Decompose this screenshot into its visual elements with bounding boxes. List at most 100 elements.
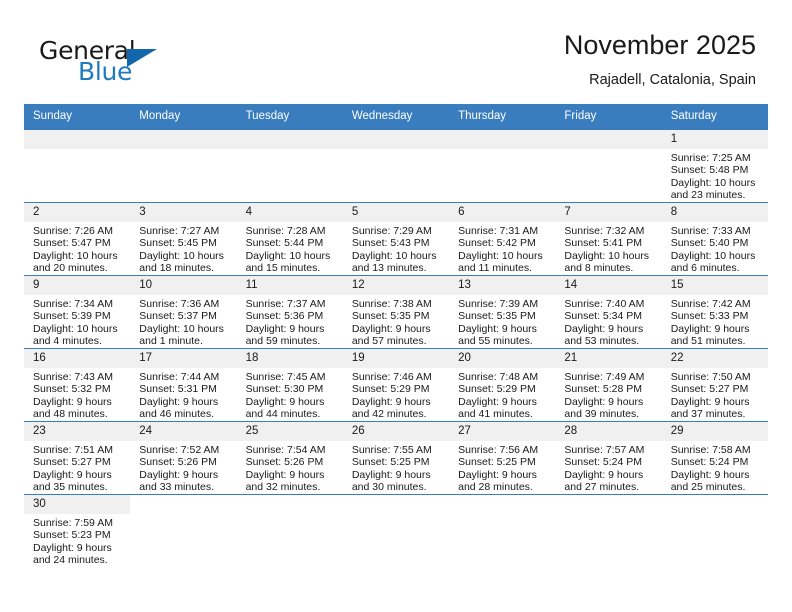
day-sunset-text: Sunset: 5:24 PM [564, 456, 643, 469]
calendar-day-cell[interactable]: 27 Sunrise: 7:56 AM Sunset: 5:25 PM Dayligh… [449, 421, 556, 495]
day-details: Sunrise: 7:42 AM Sunset: 5:33 PM Daylight:… [662, 295, 768, 348]
general-blue-logo[interactable]: General Blue [39, 36, 219, 92]
calendar-day-cell[interactable]: 13 Sunrise: 7:39 AM Sunset: 5:35 PM Dayligh… [449, 275, 556, 349]
day-daylight-text: Daylight: 9 hours [670, 395, 750, 408]
day-sunset-text: Sunset: 5:48 PM [670, 164, 749, 177]
day-sunset-text: Sunset: 5:26 PM [245, 456, 324, 469]
calendar-day-cell[interactable]: 7 Sunrise: 7:32 AM Sunset: 5:41 PM Daylight… [555, 202, 662, 276]
calendar-week-row: 2 Sunrise: 7:26 AM Sunset: 5:47 PM Daylight… [24, 202, 768, 276]
day-sunrise-text: Sunrise: 7:34 AM [33, 298, 113, 310]
calendar-day-cell[interactable]: 22 Sunrise: 7:50 AM Sunset: 5:27 PM Dayligh… [661, 348, 768, 422]
day-number: 1 [661, 130, 768, 149]
day-daylight-text: and 15 minutes. [245, 262, 321, 275]
calendar-day-cell[interactable]: 15 Sunrise: 7:42 AM Sunset: 5:33 PM Dayligh… [661, 275, 768, 349]
calendar-day-cell[interactable]: 30 Sunrise: 7:59 AM Sunset: 5:23 PM Dayligh… [24, 494, 131, 567]
calendar-cell-empty [555, 129, 662, 203]
calendar-day-cell[interactable]: 2 Sunrise: 7:26 AM Sunset: 5:47 PM Daylight… [24, 202, 131, 276]
day-details: Sunrise: 7:45 AM Sunset: 5:30 PM Daylight:… [237, 368, 343, 421]
day-sunset-text: Sunset: 5:29 PM [351, 383, 430, 396]
logo-text-blue: Blue [78, 57, 133, 86]
calendar-day-cell[interactable]: 18 Sunrise: 7:45 AM Sunset: 5:30 PM Dayligh… [236, 348, 343, 422]
day-sunrise-text: Sunrise: 7:45 AM [245, 371, 326, 383]
day-sunset-text: Sunset: 5:40 PM [670, 237, 749, 250]
day-daylight-text: Daylight: 9 hours [245, 468, 325, 481]
day-details: Sunrise: 7:37 AM Sunset: 5:36 PM Daylight:… [237, 295, 343, 348]
calendar-day-cell[interactable]: 9 Sunrise: 7:34 AM Sunset: 5:39 PM Daylight… [24, 275, 131, 349]
calendar-day-cell[interactable]: 19 Sunrise: 7:46 AM Sunset: 5:29 PM Dayligh… [342, 348, 450, 422]
day-daylight-text: Daylight: 9 hours [351, 322, 431, 335]
day-sunrise-text: Sunrise: 7:44 AM [139, 371, 220, 383]
weekday-header-monday: Monday [130, 104, 237, 130]
day-daylight-text: and 35 minutes. [33, 481, 108, 494]
day-daylight-text: Daylight: 10 hours [670, 176, 756, 189]
day-details: Sunrise: 7:26 AM Sunset: 5:47 PM Daylight:… [24, 222, 130, 275]
day-sunset-text: Sunset: 5:37 PM [139, 310, 217, 323]
calendar-day-cell[interactable]: 8 Sunrise: 7:33 AM Sunset: 5:40 PM Daylight… [661, 202, 768, 276]
day-details: Sunrise: 7:59 AM Sunset: 5:23 PM Daylight:… [24, 514, 130, 567]
day-cell-inner: 14 Sunrise: 7:40 AM Sunset: 5:34 PM Dayligh… [555, 276, 662, 348]
day-daylight-text: Daylight: 9 hours [564, 468, 644, 481]
day-details: Sunrise: 7:39 AM Sunset: 5:35 PM Daylight:… [449, 295, 555, 348]
calendar-cell-empty [449, 129, 556, 203]
day-sunset-text: Sunset: 5:25 PM [351, 456, 430, 469]
calendar-day-cell[interactable]: 10 Sunrise: 7:36 AM Sunset: 5:37 PM Dayligh… [130, 275, 237, 349]
day-cell-inner: 9 Sunrise: 7:34 AM Sunset: 5:39 PM Daylight… [24, 276, 131, 348]
day-details: Sunrise: 7:32 AM Sunset: 5:41 PM Daylight:… [555, 222, 661, 275]
calendar-day-cell[interactable]: 25 Sunrise: 7:54 AM Sunset: 5:26 PM Dayligh… [236, 421, 343, 495]
empty-cell-filler [24, 130, 131, 149]
day-daylight-text: and 28 minutes. [458, 481, 533, 494]
day-details: Sunrise: 7:49 AM Sunset: 5:28 PM Daylight:… [555, 368, 661, 421]
calendar-day-cell[interactable]: 12 Sunrise: 7:38 AM Sunset: 5:35 PM Dayligh… [342, 275, 450, 349]
day-cell-inner: 3 Sunrise: 7:27 AM Sunset: 5:45 PM Daylight… [130, 203, 237, 275]
day-sunrise-text: Sunrise: 7:38 AM [351, 298, 432, 310]
day-details: Sunrise: 7:58 AM Sunset: 5:24 PM Daylight:… [662, 441, 768, 494]
calendar-day-cell[interactable]: 3 Sunrise: 7:27 AM Sunset: 5:45 PM Daylight… [130, 202, 237, 276]
calendar-day-cell[interactable]: 1 Sunrise: 7:25 AM Sunset: 5:48 PM Daylight… [661, 129, 768, 203]
day-sunrise-text: Sunrise: 7:48 AM [458, 371, 539, 383]
day-number: 11 [236, 276, 343, 295]
sunrise-sunset-calendar: Sunday Monday Tuesday Wednesday Thursday Frid… [24, 104, 768, 567]
day-number: 23 [24, 422, 131, 441]
day-daylight-text: and 27 minutes. [564, 481, 640, 494]
calendar-cell-empty [236, 129, 343, 203]
day-sunrise-text: Sunrise: 7:26 AM [33, 225, 113, 237]
calendar-day-cell[interactable]: 26 Sunrise: 7:55 AM Sunset: 5:25 PM Dayligh… [342, 421, 450, 495]
calendar-day-cell[interactable]: 4 Sunrise: 7:28 AM Sunset: 5:44 PM Daylight… [236, 202, 343, 276]
calendar-day-cell[interactable]: 21 Sunrise: 7:49 AM Sunset: 5:28 PM Dayligh… [555, 348, 662, 422]
day-number: 28 [555, 422, 662, 441]
day-number: 21 [555, 349, 662, 368]
calendar-day-cell[interactable]: 17 Sunrise: 7:44 AM Sunset: 5:31 PM Dayligh… [130, 348, 237, 422]
calendar-day-cell[interactable]: 6 Sunrise: 7:31 AM Sunset: 5:42 PM Daylight… [449, 202, 556, 276]
calendar-day-cell[interactable]: 11 Sunrise: 7:37 AM Sunset: 5:36 PM Dayligh… [236, 275, 343, 349]
day-daylight-text: and 37 minutes. [670, 408, 746, 421]
day-details: Sunrise: 7:55 AM Sunset: 5:25 PM Daylight:… [343, 441, 449, 494]
calendar-day-cell[interactable]: 23 Sunrise: 7:51 AM Sunset: 5:27 PM Dayligh… [24, 421, 131, 495]
day-daylight-text: Daylight: 9 hours [33, 395, 112, 408]
calendar-week-row: 9 Sunrise: 7:34 AM Sunset: 5:39 PM Daylight… [24, 275, 768, 349]
day-daylight-text: and 20 minutes. [33, 262, 108, 275]
calendar-day-cell[interactable]: 5 Sunrise: 7:29 AM Sunset: 5:43 PM Daylight… [342, 202, 450, 276]
day-number: 29 [661, 422, 768, 441]
day-sunset-text: Sunset: 5:31 PM [139, 383, 217, 396]
day-details: Sunrise: 7:36 AM Sunset: 5:37 PM Daylight:… [130, 295, 236, 348]
calendar-day-cell[interactable]: 14 Sunrise: 7:40 AM Sunset: 5:34 PM Dayligh… [555, 275, 662, 349]
calendar-day-cell[interactable]: 28 Sunrise: 7:57 AM Sunset: 5:24 PM Dayligh… [555, 421, 662, 495]
day-cell-inner: 8 Sunrise: 7:33 AM Sunset: 5:40 PM Daylight… [661, 203, 768, 275]
calendar-day-cell[interactable]: 20 Sunrise: 7:48 AM Sunset: 5:29 PM Dayligh… [449, 348, 556, 422]
day-daylight-text: and 11 minutes. [458, 262, 533, 275]
calendar-cell-empty [342, 129, 450, 203]
calendar-day-cell[interactable]: 29 Sunrise: 7:58 AM Sunset: 5:24 PM Dayligh… [661, 421, 768, 495]
calendar-day-cell[interactable]: 24 Sunrise: 7:52 AM Sunset: 5:26 PM Dayligh… [130, 421, 237, 495]
day-number: 5 [342, 203, 450, 222]
day-number: 30 [24, 495, 131, 514]
day-number: 20 [449, 349, 556, 368]
day-details: Sunrise: 7:51 AM Sunset: 5:27 PM Daylight:… [24, 441, 130, 494]
day-number: 6 [449, 203, 556, 222]
day-daylight-text: and 51 minutes. [670, 335, 746, 348]
calendar-day-cell[interactable]: 16 Sunrise: 7:43 AM Sunset: 5:32 PM Dayligh… [24, 348, 131, 422]
day-details: Sunrise: 7:50 AM Sunset: 5:27 PM Daylight:… [662, 368, 768, 421]
day-sunset-text: Sunset: 5:35 PM [458, 310, 536, 323]
day-daylight-text: and 42 minutes. [351, 408, 427, 421]
day-details: Sunrise: 7:38 AM Sunset: 5:35 PM Daylight:… [343, 295, 449, 348]
day-sunrise-text: Sunrise: 7:50 AM [670, 371, 751, 383]
